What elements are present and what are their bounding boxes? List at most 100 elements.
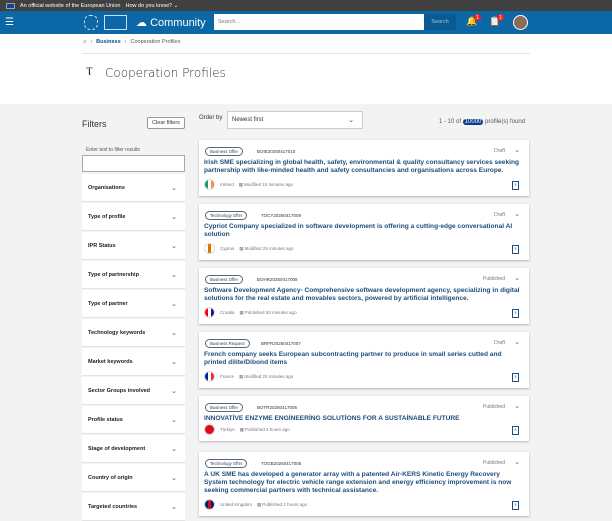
search-input[interactable] (214, 14, 424, 30)
clear-filters-button[interactable]: Clear filters (147, 117, 185, 129)
profile-card[interactable]: Business Offer BOHR20250417008 Published… (199, 268, 529, 324)
page-title: Cooperation Profiles (105, 66, 226, 80)
profile-id: TOGB20250417005 (261, 461, 302, 466)
country-flag-icon (204, 307, 215, 318)
filter-label: Sector Groups involved (88, 387, 151, 394)
filter-market-keywords[interactable]: Market keywords ⌄ (82, 348, 185, 376)
chevron-down-icon: ⌄ (171, 416, 177, 424)
filter-type-of-profile[interactable]: Type of profile ⌄ (82, 203, 185, 231)
profile-type-tag: Business Offer (205, 403, 244, 412)
home-icon[interactable]: ⌂ (83, 39, 86, 45)
breadcrumb-current: Cooperation Profiles (130, 39, 181, 45)
breadcrumb-business[interactable]: Business (96, 39, 120, 45)
expand-chevron-icon[interactable]: ⌄ (514, 146, 520, 154)
order-by-select[interactable]: Newest first ⌄ (227, 111, 363, 129)
chevron-down-icon: ⌄ (171, 242, 177, 250)
calendar-icon: ▦ (238, 181, 244, 187)
eu-logo (104, 15, 127, 30)
filter-type-of-partnership[interactable]: Type of partnership ⌄ (82, 261, 185, 289)
country: France (220, 374, 235, 379)
profile-title-link[interactable]: Irish SME specializing in global health,… (204, 159, 522, 175)
profile-title-link[interactable]: French company seeks European subcontrac… (204, 351, 522, 367)
country: Ireland (220, 182, 234, 187)
how-do-you-know-link[interactable]: How do you know? ⌄ (126, 3, 179, 9)
calendar-icon: ▦ (239, 309, 244, 315)
chevron-down-icon: ⌄ (171, 329, 177, 337)
filter-label: Targeted countries (88, 503, 138, 510)
profile-id: BOHR20250417008 (257, 277, 298, 282)
filter-text-label: Enter text to filter results (86, 147, 140, 153)
profile-id: BRFR20250417007 (261, 341, 301, 346)
filter-label: Technology keywords (88, 329, 146, 336)
filter-sector-groups-involved[interactable]: Sector Groups involved ⌄ (82, 377, 185, 405)
country-flag-icon (204, 243, 215, 254)
pdf-download-icon[interactable]: ⅄ (512, 309, 519, 318)
tasks-badge: 1 (497, 14, 504, 21)
country: Türkiye (220, 427, 235, 432)
chevron-down-icon: ⌄ (348, 117, 354, 124)
community-icon: ☁ (136, 17, 147, 29)
profile-title-link[interactable]: Cypriot Company specialized in software … (204, 223, 522, 239)
chevron-down-icon: ⌄ (171, 445, 177, 453)
eu-banner: An official website of the European Unio… (0, 0, 612, 11)
filter-label: Profile status (88, 416, 123, 423)
profile-type-tag: Technology Offer (205, 459, 248, 468)
filter-label: Type of partner (88, 300, 128, 307)
country-flag-icon (204, 371, 215, 382)
profile-card[interactable]: Business Offer BOIE20250417010 Draft ⌄ I… (199, 140, 529, 196)
top-nav: ☰ ☁ Community Search 🔔 1 📋 1 (0, 11, 612, 34)
chevron-down-icon: ⌄ (171, 271, 177, 279)
profile-time: Modified 15 minutes ago (244, 182, 294, 187)
cooperation-trophy-icon: Ⲧ (86, 66, 93, 78)
calendar-icon: ▦ (257, 501, 262, 507)
profile-title-link[interactable]: Software Development Agency- Comprehensi… (204, 287, 522, 303)
profile-time: Modified 25 minutes ago (244, 246, 294, 251)
pdf-download-icon[interactable]: ⅄ (512, 245, 519, 254)
search-button[interactable]: Search (424, 14, 456, 30)
filter-organisations[interactable]: Organisations ⌄ (82, 174, 185, 202)
filter-text-input[interactable] (82, 155, 185, 172)
profile-title-link[interactable]: INNOVATİVE ENZYME ENGİNEERİNG SOLUTİONS … (204, 415, 522, 423)
filter-stage-of-development[interactable]: Stage of development ⌄ (82, 435, 185, 463)
filter-label: Stage of development (88, 445, 146, 452)
expand-chevron-icon[interactable]: ⌄ (514, 274, 520, 282)
user-avatar[interactable] (513, 15, 528, 30)
filter-label: IPR Status (88, 242, 116, 249)
filter-profile-status[interactable]: Profile status ⌄ (82, 406, 185, 434)
filter-type-of-partner[interactable]: Type of partner ⌄ (82, 290, 185, 318)
profile-time: Published 2 hours ago (245, 427, 290, 432)
profile-type-tag: Technology Offer (205, 211, 248, 220)
profile-card[interactable]: Business Offer BOTR20250417006 Published… (199, 396, 529, 441)
pdf-download-icon[interactable]: ⅄ (512, 181, 519, 190)
pdf-download-icon[interactable]: ⅄ (512, 373, 519, 382)
filter-ipr-status[interactable]: IPR Status ⌄ (82, 232, 185, 260)
notification-badge: 1 (474, 14, 481, 21)
pdf-download-icon[interactable]: ⅄ (512, 501, 519, 510)
expand-chevron-icon[interactable]: ⌄ (514, 458, 520, 466)
profile-type-tag: Business Offer (205, 275, 244, 284)
profile-title-link[interactable]: A UK SME has developed a generator array… (204, 471, 522, 495)
divider (82, 53, 530, 54)
profile-card[interactable]: Business Request BRFR20250417007 Draft ⌄… (199, 332, 529, 388)
filter-targeted-countries[interactable]: Targeted countries ⌄ (82, 493, 185, 521)
profile-time: Published 53 minutes ago (244, 310, 297, 315)
chevron-down-icon: ⌄ (171, 300, 177, 308)
hamburger-menu-icon[interactable]: ☰ (5, 17, 14, 28)
expand-chevron-icon[interactable]: ⌄ (514, 210, 520, 218)
expand-chevron-icon[interactable]: ⌄ (514, 402, 520, 410)
country: United Kingdom (220, 502, 253, 507)
chevron-down-icon: ⌄ (171, 503, 177, 511)
country: Cyprus (220, 246, 235, 251)
expand-chevron-icon[interactable]: ⌄ (514, 338, 520, 346)
profile-card[interactable]: Technology Offer TOGB20250417005 Publish… (199, 452, 529, 516)
profile-card[interactable]: Technology Offer TOCY20250417009 Draft ⌄… (199, 204, 529, 260)
eu-banner-text: An official website of the European Unio… (20, 2, 121, 9)
enterprise-europe-network-logo[interactable] (84, 15, 98, 30)
chevron-down-icon: ⌄ (171, 474, 177, 482)
profile-time: Modified 23 minutes ago (244, 374, 294, 379)
filter-country-of-origin[interactable]: Country of origin ⌄ (82, 464, 185, 492)
eu-flag-icon (6, 2, 15, 9)
pdf-download-icon[interactable]: ⅄ (512, 426, 519, 435)
filter-technology-keywords[interactable]: Technology keywords ⌄ (82, 319, 185, 347)
community-brand[interactable]: ☁ Community (136, 16, 206, 29)
